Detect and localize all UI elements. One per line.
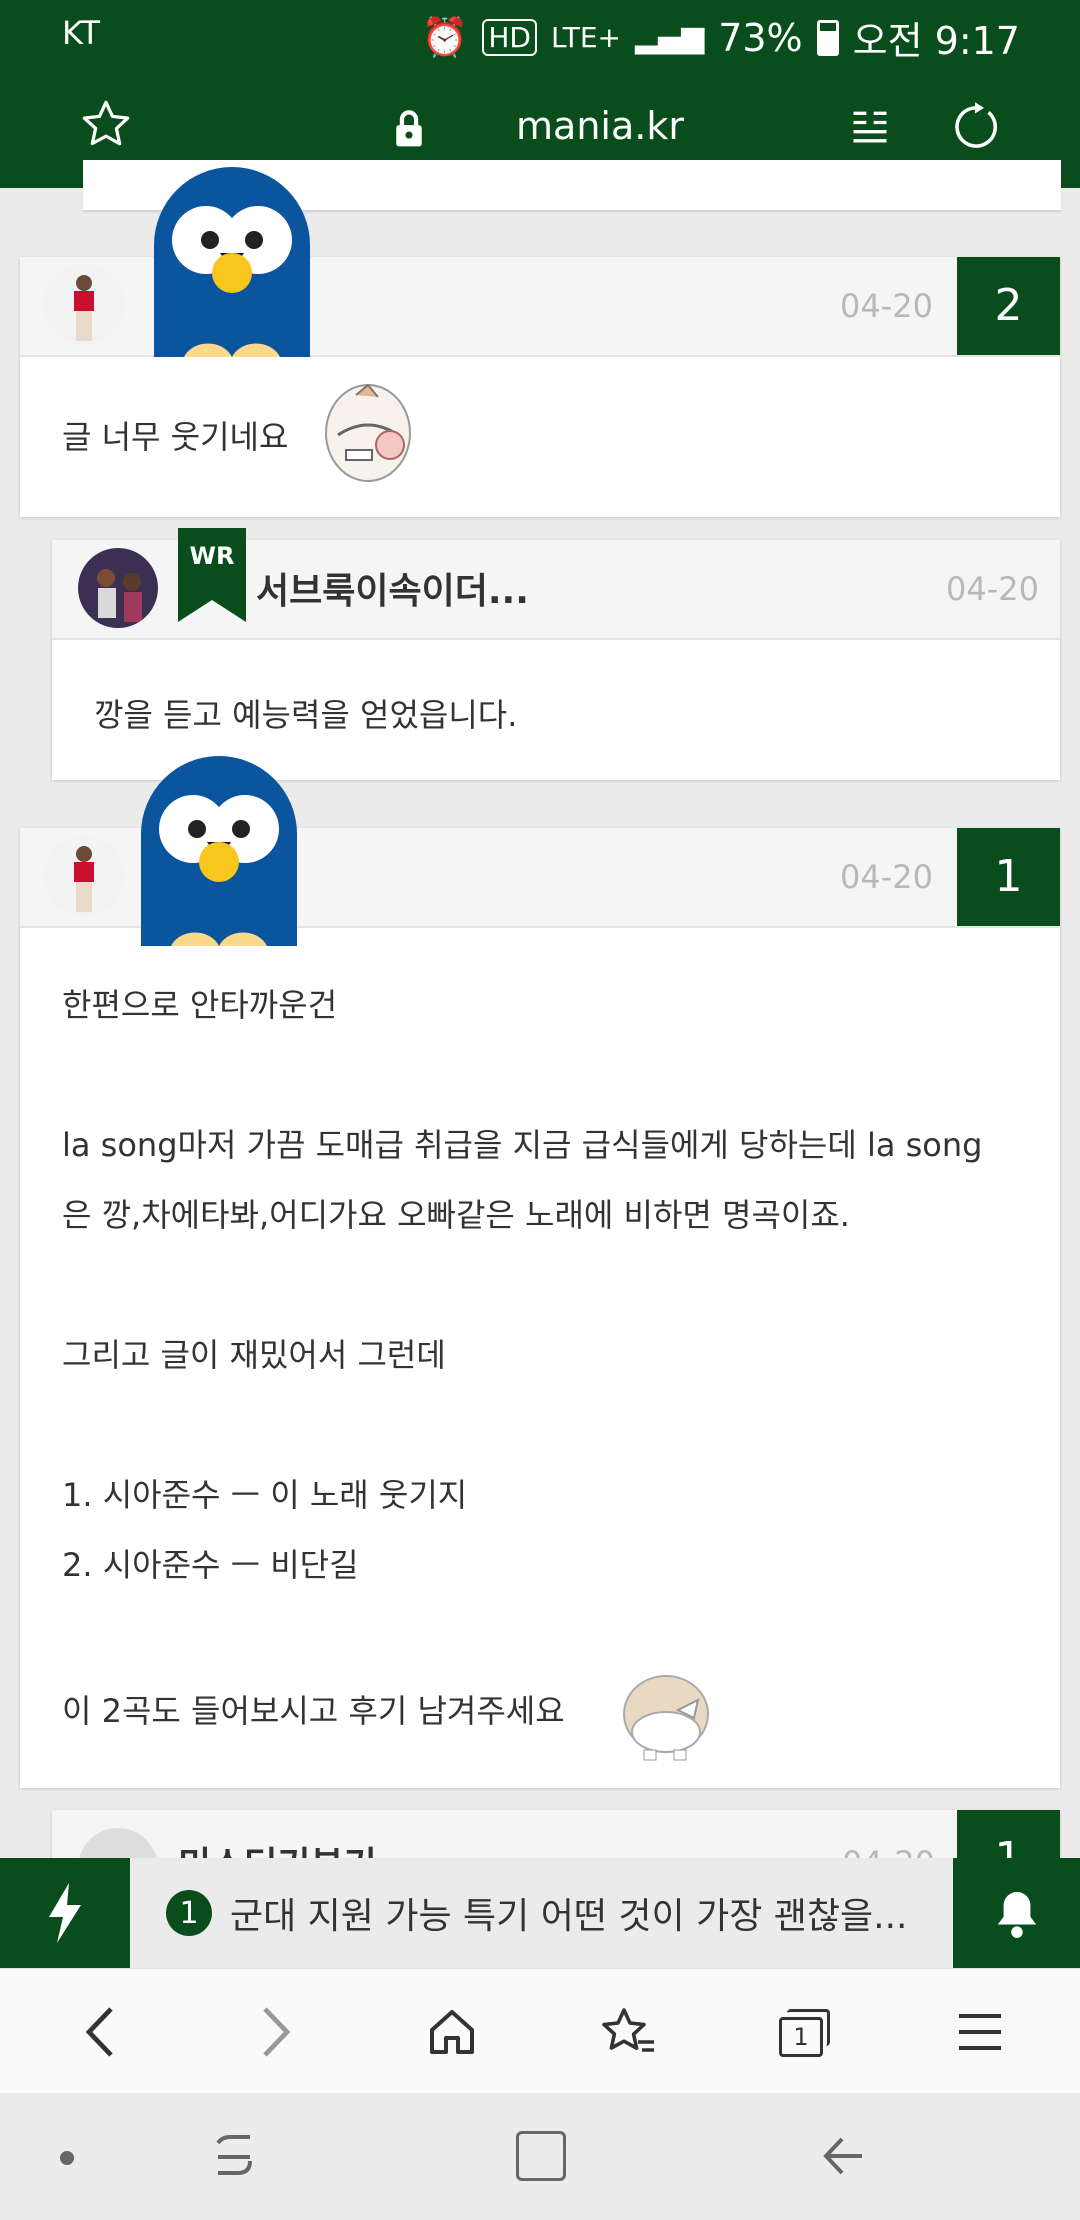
news-ticker: 1 군대 지원 가능 특기 어떤 것이 가장 괜찮을...	[0, 1858, 1080, 1968]
comment-line: 1. 시아준수 ㅡ 이 노래 웃기지	[62, 1476, 468, 1514]
bell-icon[interactable]	[953, 1858, 1080, 1968]
status-carrier: KT	[62, 14, 101, 52]
tabs-icon[interactable]: 1	[744, 1969, 864, 2094]
comment-line: 그리고 글이 재밌어서 그런데	[62, 1336, 446, 1374]
comment-card: 04-20 1 한편으로 안타까운건 la song마저 가끔 도매급 취급을 …	[20, 828, 1060, 1788]
comment-text: 글 너무 웃기네요	[62, 418, 289, 456]
ticker-headline-row[interactable]: 1 군대 지원 가능 특기 어떤 것이 가장 괜찮을...	[130, 1858, 953, 1968]
status-right: ⏰ HD LTE+ ▂▄▆ 73% 오전 9:17	[421, 10, 1020, 65]
back-icon[interactable]	[40, 1969, 160, 2094]
home-square-icon[interactable]	[516, 2131, 566, 2181]
comment-date: 04-20	[840, 287, 933, 325]
forward-icon[interactable]	[216, 1969, 336, 2094]
reply-count-badge[interactable]: 1	[957, 828, 1060, 926]
battery-icon	[816, 19, 839, 56]
alarm-icon: ⏰	[421, 15, 469, 59]
signal-icon: ▂▄▆	[634, 20, 705, 55]
recents-icon[interactable]	[210, 2131, 260, 2185]
menu-icon[interactable]	[920, 1969, 1040, 2094]
comment-date: 04-20	[840, 858, 933, 896]
browser-nav-bar: 1	[0, 1968, 1080, 2094]
avatar[interactable]	[44, 836, 124, 916]
reply-date: 04-20	[946, 570, 1039, 608]
emoticon-image	[618, 1670, 714, 1770]
bookmarks-icon[interactable]	[568, 1969, 688, 2094]
ticker-rank: 1	[166, 1890, 212, 1936]
nav-dot-icon	[60, 2151, 74, 2165]
comment-line: la song마저 가끔 도매급 취급을 지금 급식들에게 당하는데 la so…	[62, 1126, 983, 1164]
avatar[interactable]	[78, 548, 158, 628]
reply-count-badge[interactable]: 2	[957, 257, 1060, 355]
tab-count: 1	[779, 2016, 823, 2057]
battery-percent: 73%	[718, 15, 803, 60]
home-icon[interactable]	[392, 1969, 512, 2094]
reply-header: WR 서브룩이속이더... 04-20	[52, 528, 1060, 640]
hd-icon: HD	[482, 19, 537, 56]
reader-mode-icon[interactable]	[848, 106, 892, 154]
reply-card: WR 서브룩이속이더... 04-20 깡을 듣고 예능력을 얻었읍니다.	[52, 528, 1060, 780]
system-nav-bar	[0, 2093, 1080, 2220]
writer-badge: WR	[178, 528, 246, 622]
ticker-headline: 군대 지원 가능 특기 어떤 것이 가장 괜찮을...	[230, 1896, 908, 1937]
lightning-icon[interactable]	[0, 1858, 130, 1968]
writer-badge-label: WR	[189, 542, 235, 570]
network-type: LTE+	[550, 21, 621, 54]
status-time: 오전 9:17	[852, 19, 1020, 63]
penguin-mascot-image	[144, 165, 320, 361]
comment-line: 2. 시아준수 ㅡ 비단길	[62, 1546, 359, 1584]
emoticon-image	[316, 375, 426, 504]
comment-line: 한편으로 안타까운건	[62, 986, 338, 1024]
author-name[interactable]: 서브룩이속이더...	[256, 562, 529, 614]
reload-icon[interactable]	[948, 100, 1002, 158]
comment-line: 은 깡,차에타봐,어디가요 오빠같은 노래에 비하면 명곡이죠.	[62, 1196, 850, 1234]
url-text[interactable]: mania.kr	[60, 104, 1080, 148]
url-row: mania.kr	[0, 88, 1080, 168]
system-back-icon[interactable]	[818, 2131, 868, 2185]
avatar[interactable]	[44, 265, 124, 345]
reply-text: 깡을 듣고 예능력을 얻었읍니다.	[94, 696, 518, 734]
comment-line: 이 2곡도 들어보시고 후기 남겨주세요	[62, 1692, 565, 1730]
penguin-mascot-image	[131, 754, 307, 950]
